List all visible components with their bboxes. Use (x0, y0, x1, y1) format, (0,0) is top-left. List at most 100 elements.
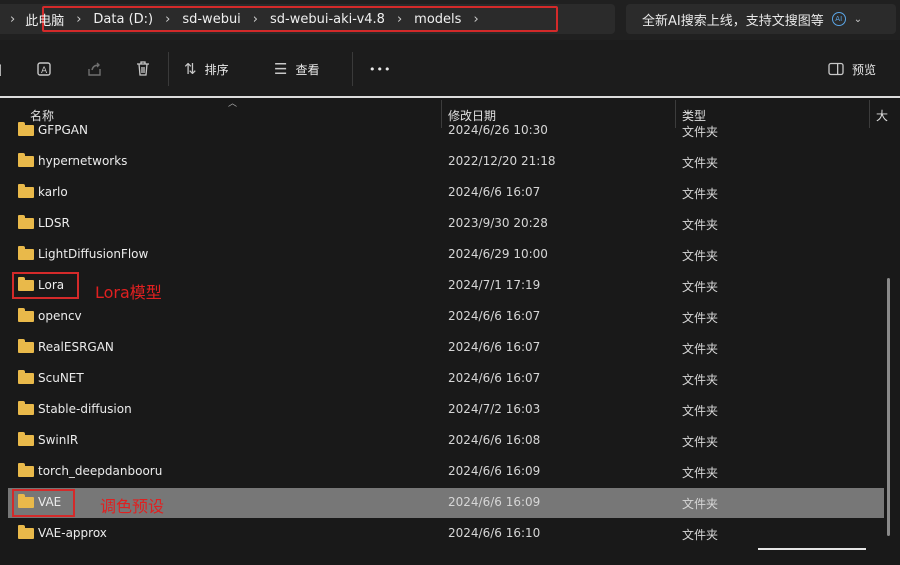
breadcrumb-data-drive[interactable]: Data (D:) (93, 12, 153, 27)
vertical-scrollbar[interactable] (887, 278, 890, 536)
folder-icon (18, 370, 34, 384)
modified-date: 2022/12/20 21:18 (448, 154, 556, 168)
sort-icon: ⇅ (184, 60, 197, 78)
search-box[interactable]: 全新AI搜索上线，支持文搜图等 AI ⌄ (626, 4, 896, 34)
modified-date: 2024/7/2 16:03 (448, 402, 541, 416)
file-name[interactable]: hypernetworks (38, 154, 127, 168)
file-row[interactable]: ScuNET 2024/6/6 16:07 文件夹 (8, 364, 884, 394)
file-row[interactable]: RealESRGAN 2024/6/6 16:07 文件夹 (8, 333, 884, 363)
file-row[interactable]: VAE-approx 2024/6/6 16:10 文件夹 (8, 519, 884, 549)
view-list-icon: ☰ (274, 60, 288, 78)
breadcrumb-models[interactable]: models (414, 12, 461, 27)
file-name[interactable]: karlo (38, 185, 68, 199)
file-type: 文件夹 (682, 342, 719, 356)
folder-icon (18, 463, 34, 477)
preview-label: 预览 (852, 62, 877, 77)
file-type: 文件夹 (682, 435, 719, 449)
delete-button[interactable] (134, 56, 152, 82)
annotation-box-vae (12, 489, 75, 517)
file-row[interactable]: hypernetworks 2022/12/20 21:18 文件夹 (8, 147, 884, 177)
folder-icon (18, 525, 34, 539)
horizontal-scrollbar[interactable] (758, 548, 866, 550)
address-bar-row: › 此电脑 › Data (D:) › sd-webui › sd-webui-… (0, 0, 900, 40)
folder-icon (18, 215, 34, 229)
svg-text:A: A (41, 66, 48, 76)
modified-date: 2024/6/6 16:07 (448, 340, 541, 354)
file-type: 文件夹 (682, 156, 719, 170)
chevron-right-icon[interactable]: › (165, 12, 170, 27)
file-name[interactable]: SwinIR (38, 433, 78, 447)
share-icon (88, 62, 101, 76)
file-type: 文件夹 (682, 125, 719, 139)
file-type: 文件夹 (682, 373, 719, 387)
file-row[interactable]: torch_deepdanbooru 2024/6/6 16:09 文件夹 (8, 457, 884, 487)
file-row[interactable]: karlo 2024/6/6 16:07 文件夹 (8, 178, 884, 208)
file-type: 文件夹 (682, 280, 719, 294)
file-name[interactable]: opencv (38, 309, 82, 323)
file-name[interactable]: LightDiffusionFlow (38, 247, 148, 261)
rename-icon: A (37, 62, 51, 76)
file-row[interactable]: opencv 2024/6/6 16:07 文件夹 (8, 302, 884, 332)
file-name[interactable]: LDSR (38, 216, 70, 230)
file-type: 文件夹 (682, 187, 719, 201)
folder-icon (18, 308, 34, 322)
file-name[interactable]: GFPGAN (38, 123, 88, 137)
sort-caret-icon: ︿ (228, 99, 238, 109)
file-row[interactable]: Stable-diffusion 2024/7/2 16:03 文件夹 (8, 395, 884, 425)
chevron-right-icon[interactable]: › (253, 12, 258, 27)
view-button[interactable]: ☰ 查看 (274, 56, 319, 82)
file-row[interactable]: GFPGAN 2024/6/26 10:30 文件夹 (8, 116, 884, 146)
file-type: 文件夹 (682, 528, 719, 542)
file-type: 文件夹 (682, 218, 719, 232)
file-type: 文件夹 (682, 497, 719, 511)
folder-icon (18, 401, 34, 415)
chevron-right-icon: › (10, 11, 16, 27)
more-options-button[interactable]: ••• (369, 56, 391, 82)
file-row[interactable]: SwinIR 2024/6/6 16:08 文件夹 (8, 426, 884, 456)
sort-button[interactable]: ⇅ 排序 (184, 56, 229, 82)
modified-date: 2024/6/6 16:09 (448, 495, 541, 509)
modified-date: 2024/6/6 16:07 (448, 185, 541, 199)
annotation-box-lora (12, 272, 79, 299)
modified-date: 2024/6/6 16:07 (448, 309, 541, 323)
file-row[interactable]: LDSR 2023/9/30 20:28 文件夹 (8, 209, 884, 239)
file-name[interactable]: VAE-approx (38, 526, 107, 540)
annotation-lora: Lora模型 (95, 283, 162, 302)
breadcrumb-sd-webui[interactable]: sd-webui (182, 12, 240, 27)
breadcrumb-this-pc[interactable]: 此电脑 (25, 10, 64, 29)
toolbar-divider (352, 52, 353, 86)
file-name[interactable]: RealESRGAN (38, 340, 114, 354)
trash-icon (137, 61, 149, 76)
ai-search-icon[interactable]: AI (831, 12, 846, 26)
chevron-down-icon[interactable]: ⌄ (854, 14, 862, 25)
chevron-right-icon[interactable]: › (473, 12, 478, 27)
toolbar-divider (168, 52, 169, 86)
toolbar: ▯ A ⇅ 排序 ☰ 查看 ••• 预览 (0, 40, 900, 98)
preview-button[interactable]: 预览 (828, 56, 876, 82)
modified-date: 2024/6/29 10:00 (448, 247, 548, 261)
sort-label: 排序 (204, 62, 229, 77)
folder-icon (18, 122, 34, 136)
view-label: 查看 (295, 62, 320, 77)
file-row[interactable]: LightDiffusionFlow 2024/6/29 10:00 文件夹 (8, 240, 884, 270)
file-type: 文件夹 (682, 404, 719, 418)
breadcrumb-sd-webui-aki[interactable]: sd-webui-aki-v4.8 (270, 12, 385, 27)
modified-date: 2024/6/26 10:30 (448, 123, 548, 137)
file-name[interactable]: Stable-diffusion (38, 402, 132, 416)
file-name[interactable]: torch_deepdanbooru (38, 464, 162, 478)
folder-icon (18, 339, 34, 353)
breadcrumb: › 此电脑 › Data (D:) › sd-webui › sd-webui-… (10, 6, 558, 32)
more-icon: ••• (369, 62, 392, 76)
copy-button[interactable]: ▯ (0, 56, 10, 82)
share-button[interactable] (86, 56, 104, 82)
file-name[interactable]: ScuNET (38, 371, 84, 385)
modified-date: 2024/7/1 17:19 (448, 278, 541, 292)
chevron-right-icon[interactable]: › (397, 12, 402, 27)
file-type: 文件夹 (682, 249, 719, 263)
modified-date: 2024/6/6 16:09 (448, 464, 541, 478)
rename-button[interactable]: A (36, 56, 54, 82)
modified-date: 2024/6/6 16:08 (448, 433, 541, 447)
chevron-right-icon[interactable]: › (76, 12, 81, 27)
folder-icon (18, 432, 34, 446)
folder-icon (18, 246, 34, 260)
